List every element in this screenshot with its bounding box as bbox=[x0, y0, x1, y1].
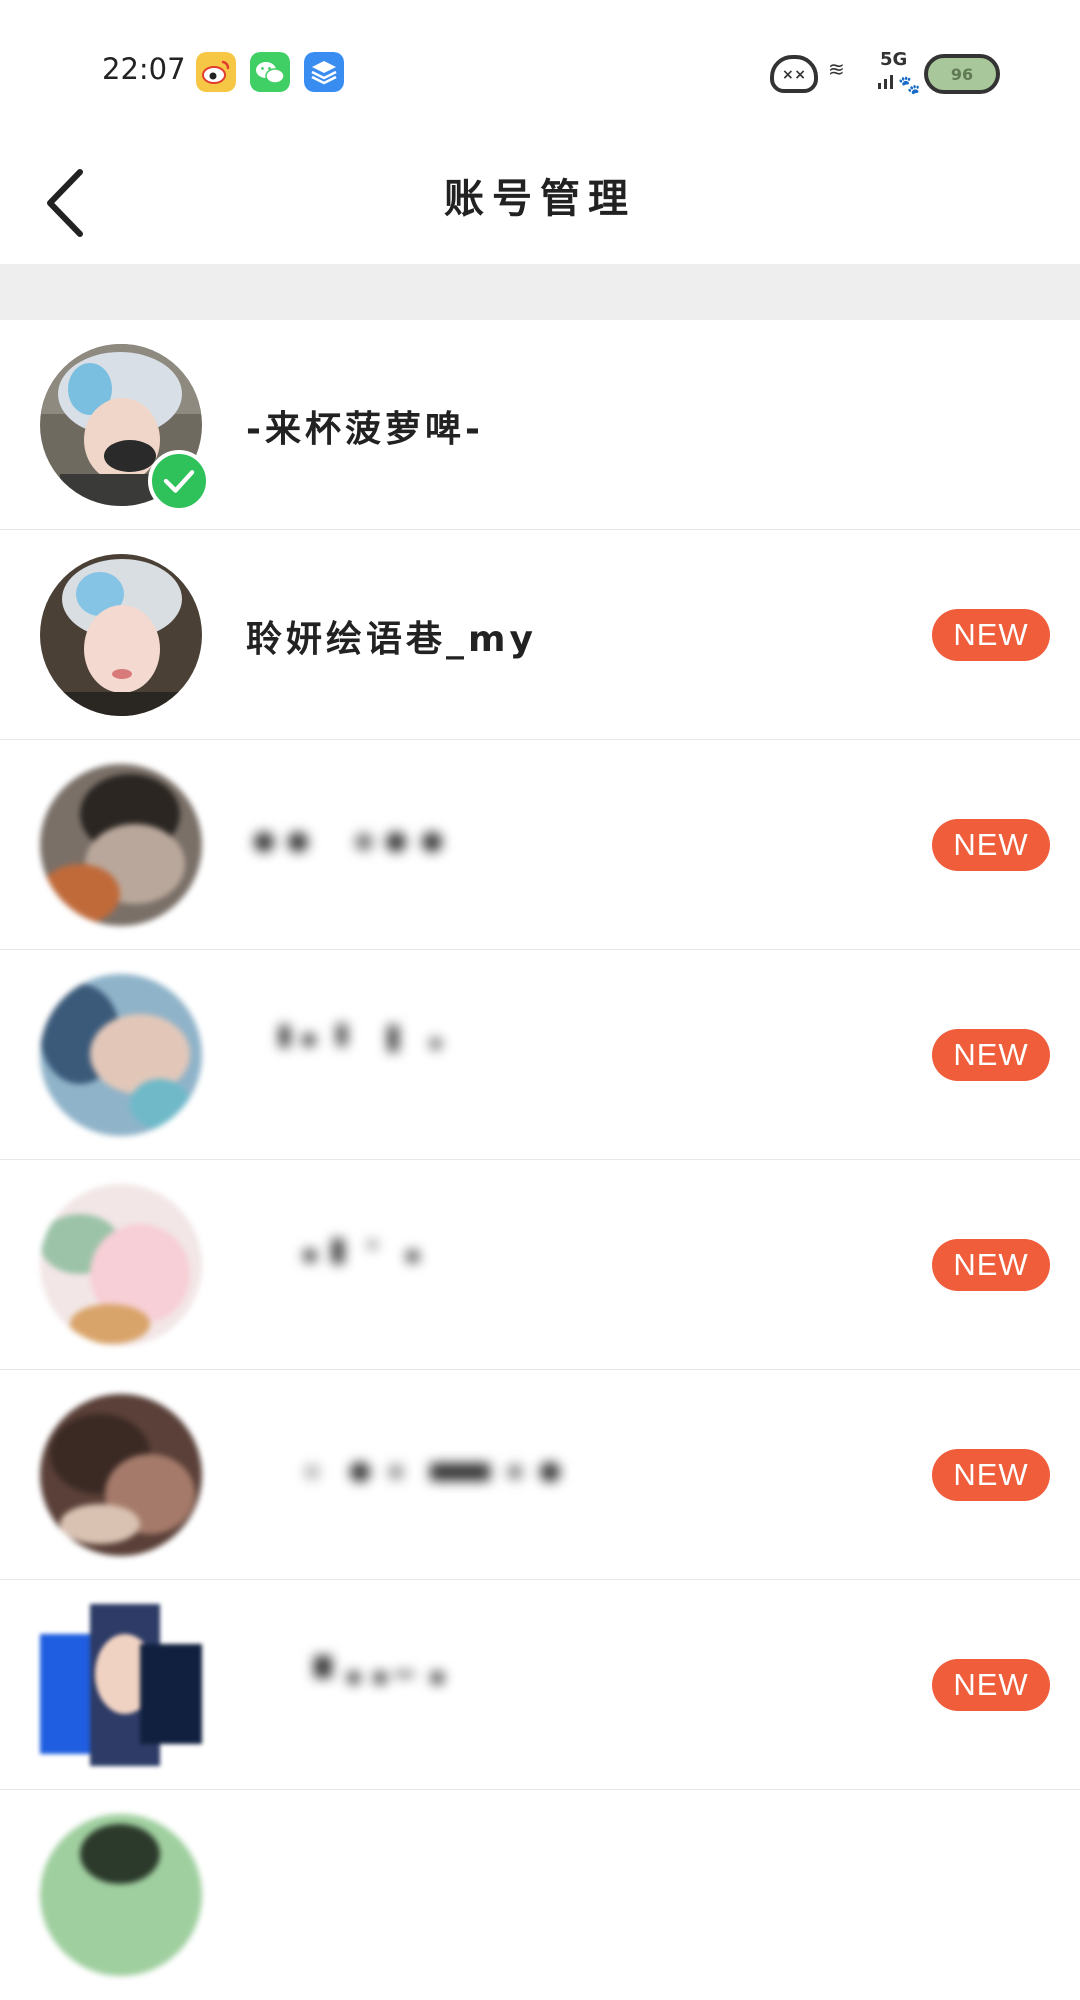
new-badge: NEW bbox=[932, 1239, 1050, 1291]
network-type-label: 5G bbox=[880, 49, 908, 70]
current-account-check-icon bbox=[148, 450, 210, 512]
weibo-icon bbox=[196, 52, 236, 92]
account-row[interactable]: NEW bbox=[0, 950, 1080, 1160]
account-name-blurred bbox=[304, 1462, 560, 1482]
status-indicators: ≋ 5G 🐾 96 bbox=[770, 44, 1000, 104]
section-divider bbox=[0, 264, 1080, 320]
account-row[interactable]: -来杯菠萝啤- bbox=[0, 320, 1080, 530]
wifi-icon: ≋ bbox=[828, 57, 845, 81]
page-title: 账号管理 bbox=[444, 176, 636, 222]
new-badge: NEW bbox=[932, 1449, 1050, 1501]
account-name: -来杯菠萝啤- bbox=[246, 409, 484, 450]
wechat-icon bbox=[250, 52, 290, 92]
frog-sticker-icon bbox=[770, 55, 818, 93]
account-row[interactable] bbox=[0, 1790, 1080, 2000]
avatar bbox=[40, 1814, 202, 1976]
status-bar: 22:07 ≋ 5G 🐾 96 bbox=[0, 0, 1080, 140]
signal-icon bbox=[878, 75, 893, 89]
account-name-blurred bbox=[279, 1023, 442, 1052]
avatar bbox=[40, 1604, 202, 1766]
account-row[interactable]: NEW bbox=[0, 740, 1080, 950]
account-name: 聆妍绘语巷_my bbox=[246, 619, 537, 660]
network-status: ≋ 5G 🐾 bbox=[828, 49, 920, 99]
account-row[interactable]: 聆妍绘语巷_my NEW bbox=[0, 530, 1080, 740]
avatar bbox=[40, 1184, 202, 1346]
new-badge: NEW bbox=[932, 819, 1050, 871]
new-badge: NEW bbox=[932, 1659, 1050, 1711]
account-name-blurred bbox=[303, 1238, 420, 1264]
avatar bbox=[40, 974, 202, 1136]
account-name-blurred bbox=[254, 832, 442, 852]
account-row[interactable]: NEW bbox=[0, 1580, 1080, 1790]
account-row[interactable]: NEW bbox=[0, 1370, 1080, 1580]
layers-app-icon bbox=[304, 52, 344, 92]
account-row[interactable]: NEW bbox=[0, 1160, 1080, 1370]
account-list: -来杯菠萝啤- 聆妍绘语巷_my NEW NEW NEW NEW NEW NEW bbox=[0, 320, 1080, 2000]
battery-indicator: 96 bbox=[924, 54, 1000, 94]
app-header: 账号管理 bbox=[0, 140, 1080, 264]
battery-level: 96 bbox=[950, 64, 974, 84]
new-badge: NEW bbox=[932, 609, 1050, 661]
avatar bbox=[40, 1394, 202, 1556]
paw-icon: 🐾 bbox=[898, 75, 921, 96]
status-time: 22:07 bbox=[102, 52, 186, 86]
avatar bbox=[40, 764, 202, 926]
new-badge: NEW bbox=[932, 1029, 1050, 1081]
avatar bbox=[40, 554, 202, 716]
account-name-blurred bbox=[314, 1655, 444, 1685]
